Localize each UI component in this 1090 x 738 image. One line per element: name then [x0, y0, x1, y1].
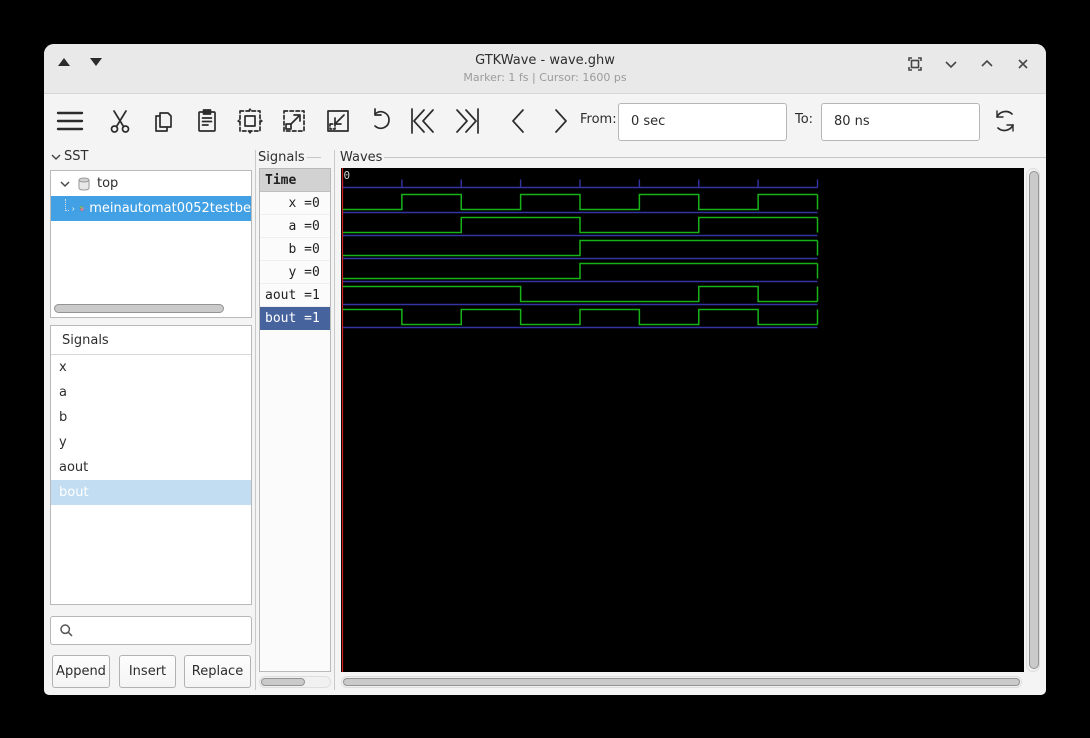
sst-header-label: SST — [64, 149, 89, 164]
signals-panel-header: Signals — [51, 326, 251, 355]
signal-search-input[interactable] — [50, 616, 252, 645]
window-subtitle: Marker: 1 fs | Cursor: 1600 ps — [463, 71, 627, 84]
chevron-right-icon[interactable] — [71, 203, 75, 215]
tree-item-label: top — [97, 176, 119, 191]
previous-icon[interactable] — [502, 105, 534, 137]
wave-signal-row-b[interactable]: b =0 — [260, 238, 330, 261]
signals-panel: Signals x a b y aout bout — [50, 325, 252, 605]
cut-icon[interactable] — [104, 105, 136, 137]
splitter-left[interactable] — [255, 150, 256, 690]
signals-list-item-x[interactable]: x — [51, 355, 251, 380]
waves-hscrollbar[interactable] — [341, 676, 1022, 688]
sst-tree: top meinautomat0052testbe — [50, 170, 252, 318]
names-hscrollbar-thumb[interactable] — [261, 678, 305, 686]
signals-list-item-aout[interactable]: aout — [51, 455, 251, 480]
minimize-icon[interactable] — [942, 55, 960, 73]
waves-vscrollbar-thumb[interactable] — [1028, 171, 1039, 669]
wave-canvas[interactable]: 0 — [341, 168, 1024, 672]
svg-text:0: 0 — [344, 169, 351, 182]
replace-button[interactable]: Replace — [184, 655, 251, 688]
signals-list-item-b[interactable]: b — [51, 405, 251, 430]
go-to-start-icon[interactable] — [407, 105, 439, 137]
database-icon — [78, 177, 90, 191]
splitter-right[interactable] — [334, 150, 335, 690]
waves-label: Waves — [340, 150, 1046, 165]
chevron-down-icon — [51, 153, 61, 160]
signals-list-item-a[interactable]: a — [51, 380, 251, 405]
wave-name-rows: x =0 a =0 b =0 y =0 aout =1 bout =1 — [260, 192, 330, 330]
sst-header[interactable]: SST — [50, 149, 88, 164]
zoom-out-icon[interactable] — [322, 105, 354, 137]
wave-name-column: Time x =0 a =0 b =0 y =0 aout =1 bout =1 — [259, 168, 331, 672]
undo-icon[interactable] — [365, 105, 397, 137]
gtkwave-window: GTKWave - wave.ghw Marker: 1 fs | Cursor… — [44, 44, 1046, 695]
window-title: GTKWave - wave.ghw — [475, 53, 615, 68]
signals-list-item-y[interactable]: y — [51, 430, 251, 455]
reload-icon[interactable] — [989, 105, 1021, 137]
paste-icon[interactable] — [191, 105, 223, 137]
desktop: GTKWave - wave.ghw Marker: 1 fs | Cursor… — [0, 0, 1090, 738]
close-icon[interactable] — [1014, 55, 1032, 73]
waves-hscrollbar-thumb[interactable] — [343, 678, 1020, 686]
append-button[interactable]: Append — [52, 655, 110, 688]
waves-vscrollbar[interactable] — [1026, 168, 1040, 672]
zoom-fit-icon[interactable] — [234, 105, 266, 137]
copy-icon[interactable] — [147, 105, 179, 137]
zoom-in-icon[interactable] — [278, 105, 310, 137]
names-hscrollbar[interactable] — [259, 676, 331, 688]
chevron-down-icon[interactable] — [59, 178, 71, 190]
component-icon — [79, 205, 85, 212]
sst-hscrollbar-thumb[interactable] — [54, 304, 224, 313]
maximize-icon[interactable] — [978, 55, 996, 73]
wave-signal-row-bout[interactable]: bout =1 — [260, 307, 330, 330]
insert-button[interactable]: Insert — [119, 655, 176, 688]
menu-icon[interactable] — [54, 105, 86, 137]
to-label: To: — [795, 112, 814, 127]
tree-item-testbench[interactable]: meinautomat0052testbe — [51, 196, 251, 221]
fullscreen-icon[interactable] — [906, 55, 924, 73]
from-label: From: — [580, 112, 617, 127]
go-to-end-icon[interactable] — [451, 105, 483, 137]
toolbar: From: 0 sec To: 80 ns — [44, 95, 1046, 148]
signals-column-label: Signals — [258, 150, 321, 165]
search-icon — [60, 624, 73, 637]
tree-item-top[interactable]: top — [51, 171, 251, 196]
signals-list-item-bout[interactable]: bout — [51, 480, 251, 505]
titlebar[interactable]: GTKWave - wave.ghw Marker: 1 fs | Cursor… — [44, 44, 1046, 94]
to-input[interactable]: 80 ns — [821, 103, 980, 141]
wave-signal-row-x[interactable]: x =0 — [260, 192, 330, 215]
sst-hscrollbar[interactable] — [54, 304, 228, 314]
wave-signal-row-aout[interactable]: aout =1 — [260, 284, 330, 307]
time-header[interactable]: Time — [260, 169, 330, 192]
wave-signal-row-a[interactable]: a =0 — [260, 215, 330, 238]
waveform-traces: 0 — [341, 168, 1024, 672]
from-input[interactable]: 0 sec — [618, 103, 787, 141]
next-icon[interactable] — [545, 105, 577, 137]
wave-signal-row-y[interactable]: y =0 — [260, 261, 330, 284]
signals-list: x a b y aout bout — [51, 355, 251, 505]
tree-item-label: meinautomat0052testbe — [89, 201, 251, 216]
tree-connector — [65, 198, 70, 211]
